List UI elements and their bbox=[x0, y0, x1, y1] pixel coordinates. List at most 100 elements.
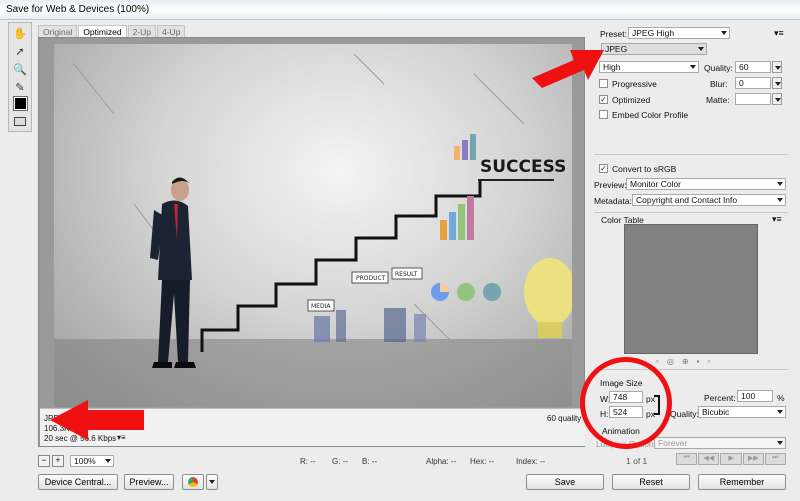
slice-select-icon[interactable]: ➚ bbox=[12, 43, 28, 59]
color-table-menu-icon[interactable]: ▾≡ bbox=[772, 214, 782, 225]
building-sketch bbox=[336, 310, 346, 342]
pie-sketch bbox=[483, 283, 501, 301]
chevron-down-icon bbox=[698, 47, 704, 51]
zoom-select[interactable]: 100% bbox=[70, 455, 114, 467]
building-sketch bbox=[414, 314, 426, 342]
businessman-shoe bbox=[174, 362, 196, 368]
device-central-button[interactable]: Device Central... bbox=[38, 474, 118, 490]
play-icon[interactable]: ▶ bbox=[720, 453, 742, 465]
product-label: PRODUCT bbox=[356, 275, 386, 282]
frame-counter: 1 of 1 bbox=[626, 456, 648, 466]
status-r: R: -- bbox=[300, 457, 316, 466]
toggle-slices-icon[interactable] bbox=[12, 113, 28, 129]
matte-select-button[interactable] bbox=[772, 93, 782, 105]
percent-label: Percent: bbox=[704, 393, 736, 403]
chevron-down-icon bbox=[777, 182, 783, 186]
info-quality: 60 quality bbox=[547, 414, 582, 423]
window-title: Save for Web & Devices (100%) bbox=[6, 4, 150, 15]
blur-slider-button[interactable] bbox=[772, 77, 782, 89]
divider bbox=[594, 212, 788, 213]
looping-options-select[interactable]: Forever bbox=[654, 437, 786, 449]
preview-button[interactable]: Preview... bbox=[124, 474, 174, 490]
browser-dropdown-button[interactable] bbox=[206, 474, 218, 490]
media-label: MEDIA bbox=[311, 303, 331, 310]
progressive-label: Progressive bbox=[612, 79, 657, 89]
last-frame-icon[interactable]: ⏭ bbox=[764, 453, 787, 465]
chevron-down-icon bbox=[777, 441, 783, 445]
convert-srgb-checkbox[interactable]: ✓ bbox=[599, 164, 608, 173]
first-frame-icon[interactable]: ⏮ bbox=[676, 453, 698, 465]
convert-srgb-label: Convert to sRGB bbox=[612, 164, 677, 174]
eyedropper-icon[interactable]: ✎ bbox=[12, 79, 28, 95]
light-bulb-sketch bbox=[524, 258, 572, 326]
matte-input[interactable] bbox=[735, 93, 771, 105]
preset-value: JPEG High bbox=[632, 28, 675, 38]
zoom-icon[interactable]: 🔍 bbox=[12, 61, 28, 77]
preview-image[interactable]: SUCCESS PRODUCT RESULT MEDIA bbox=[54, 44, 572, 407]
pie-slice-sketch bbox=[440, 283, 449, 292]
metadata-value: Copyright and Contact Info bbox=[636, 195, 738, 205]
quality-level-select[interactable]: High bbox=[599, 61, 699, 73]
bar-sketch bbox=[467, 196, 474, 240]
preview-color-select[interactable]: Monitor Color bbox=[626, 178, 786, 190]
wall-cracks bbox=[73, 53, 525, 345]
bar-sketch bbox=[470, 134, 476, 160]
percent-input[interactable]: 100 bbox=[737, 390, 773, 402]
chevron-down-icon bbox=[721, 31, 727, 35]
quality-slider-button[interactable] bbox=[772, 61, 782, 73]
optimized-label: Optimized bbox=[612, 95, 651, 105]
format-value: JPEG bbox=[605, 44, 628, 54]
save-button[interactable]: Save bbox=[526, 474, 604, 490]
preset-select[interactable]: JPEG High bbox=[628, 27, 730, 39]
red-callout-arrow-format bbox=[532, 50, 604, 88]
matte-label: Matte: bbox=[706, 95, 730, 105]
chevron-down-icon bbox=[690, 65, 696, 69]
zoom-in-button[interactable]: + bbox=[52, 455, 64, 467]
businessman-shoe bbox=[152, 362, 172, 368]
quality-input[interactable]: 60 bbox=[735, 61, 771, 73]
hand-icon[interactable]: ✋ bbox=[12, 25, 28, 41]
resample-quality-select[interactable]: Bicubic bbox=[698, 406, 786, 418]
result-label: RESULT bbox=[395, 271, 418, 278]
remember-button[interactable]: Remember bbox=[698, 474, 786, 490]
format-select[interactable]: JPEG bbox=[601, 43, 707, 55]
blur-input[interactable]: 0 bbox=[735, 77, 771, 89]
browser-select-button[interactable] bbox=[182, 474, 204, 490]
window-titlebar: Save for Web & Devices (100%) bbox=[0, 0, 800, 20]
panel-menu-icon[interactable]: ▾≡ bbox=[774, 28, 784, 39]
prev-frame-icon[interactable]: ◀◀ bbox=[698, 453, 720, 465]
success-headline: SUCCESS bbox=[480, 157, 566, 177]
pie-sketch bbox=[457, 283, 475, 301]
status-index: Index: -- bbox=[516, 457, 546, 466]
reset-button[interactable]: Reset bbox=[612, 474, 690, 490]
embed-color-profile-label: Embed Color Profile bbox=[612, 110, 689, 120]
status-alpha: Alpha: -- bbox=[426, 457, 457, 466]
looping-options-value: Forever bbox=[658, 438, 688, 448]
browser-icon bbox=[188, 477, 198, 487]
resample-quality-value: Bicubic bbox=[702, 407, 730, 417]
status-hex: Hex: -- bbox=[470, 457, 494, 466]
next-frame-icon[interactable]: ▶▶ bbox=[742, 453, 764, 465]
light-bulb-base bbox=[538, 322, 562, 338]
bar-sketch bbox=[462, 140, 468, 160]
bar-sketch bbox=[458, 204, 465, 240]
metadata-select[interactable]: Copyright and Contact Info bbox=[632, 194, 786, 206]
percent-unit: % bbox=[777, 393, 785, 403]
metadata-label: Metadata: bbox=[594, 196, 632, 206]
preview-color-value: Monitor Color bbox=[630, 179, 682, 189]
color-swatch[interactable] bbox=[12, 95, 28, 111]
embed-color-profile-checkbox[interactable] bbox=[599, 110, 608, 119]
quality-label: Quality: bbox=[704, 63, 733, 73]
bar-sketch bbox=[454, 146, 460, 160]
building-sketch bbox=[384, 308, 406, 342]
zoom-out-button[interactable]: − bbox=[38, 455, 50, 467]
chevron-down-icon bbox=[777, 410, 783, 414]
zoom-value: 100% bbox=[74, 456, 96, 466]
building-sketch bbox=[314, 316, 330, 342]
floor bbox=[54, 339, 572, 407]
bar-sketch bbox=[449, 212, 456, 240]
optimized-checkbox[interactable]: ✓ bbox=[599, 95, 608, 104]
red-callout-arrow-info bbox=[50, 400, 144, 440]
preset-label: Preset: bbox=[600, 29, 627, 39]
animation-controls: ⏮ ◀◀ ▶ ▶▶ ⏭ bbox=[676, 453, 787, 465]
